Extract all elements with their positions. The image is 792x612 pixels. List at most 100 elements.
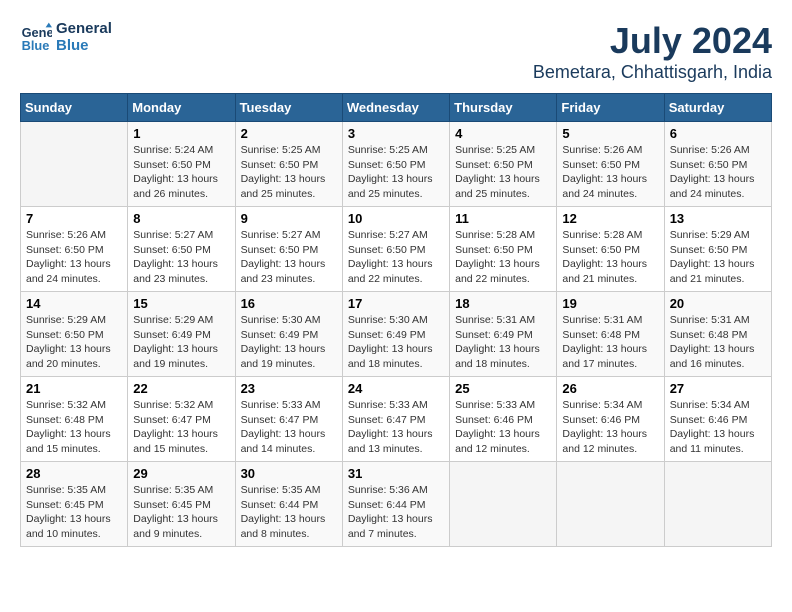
day-number: 1 bbox=[133, 126, 229, 141]
day-cell bbox=[21, 122, 128, 207]
day-number: 22 bbox=[133, 381, 229, 396]
day-cell: 25 Sunrise: 5:33 AMSunset: 6:46 PMDayligh… bbox=[450, 377, 557, 462]
page-header: General Blue General Blue July 2024 Beme… bbox=[20, 20, 772, 83]
day-number: 10 bbox=[348, 211, 444, 226]
day-cell: 16 Sunrise: 5:30 AMSunset: 6:49 PMDayligh… bbox=[235, 292, 342, 377]
logo-line2: Blue bbox=[56, 37, 112, 54]
day-info: Sunrise: 5:34 AMSunset: 6:46 PMDaylight:… bbox=[562, 398, 658, 457]
day-info: Sunrise: 5:30 AMSunset: 6:49 PMDaylight:… bbox=[348, 313, 444, 372]
header-row: SundayMondayTuesdayWednesdayThursdayFrid… bbox=[21, 94, 772, 122]
header-cell-wednesday: Wednesday bbox=[342, 94, 449, 122]
day-info: Sunrise: 5:32 AMSunset: 6:47 PMDaylight:… bbox=[133, 398, 229, 457]
header-cell-friday: Friday bbox=[557, 94, 664, 122]
day-cell: 14 Sunrise: 5:29 AMSunset: 6:50 PMDayligh… bbox=[21, 292, 128, 377]
day-info: Sunrise: 5:35 AMSunset: 6:45 PMDaylight:… bbox=[26, 483, 122, 542]
day-number: 25 bbox=[455, 381, 551, 396]
day-cell: 4 Sunrise: 5:25 AMSunset: 6:50 PMDaylight… bbox=[450, 122, 557, 207]
week-row-3: 14 Sunrise: 5:29 AMSunset: 6:50 PMDayligh… bbox=[21, 292, 772, 377]
day-number: 26 bbox=[562, 381, 658, 396]
sub-title: Bemetara, Chhattisgarh, India bbox=[533, 62, 772, 83]
day-number: 15 bbox=[133, 296, 229, 311]
day-cell: 22 Sunrise: 5:32 AMSunset: 6:47 PMDayligh… bbox=[128, 377, 235, 462]
day-cell: 15 Sunrise: 5:29 AMSunset: 6:49 PMDayligh… bbox=[128, 292, 235, 377]
day-cell: 29Sunrise: 5:35 AMSunset: 6:45 PMDayligh… bbox=[128, 462, 235, 547]
week-row-4: 21 Sunrise: 5:32 AMSunset: 6:48 PMDayligh… bbox=[21, 377, 772, 462]
day-info: Sunrise: 5:25 AMSunset: 6:50 PMDaylight:… bbox=[348, 143, 444, 202]
header-cell-tuesday: Tuesday bbox=[235, 94, 342, 122]
day-cell: 20 Sunrise: 5:31 AMSunset: 6:48 PMDayligh… bbox=[664, 292, 771, 377]
calendar-header: SundayMondayTuesdayWednesdayThursdayFrid… bbox=[21, 94, 772, 122]
day-number: 11 bbox=[455, 211, 551, 226]
main-title: July 2024 bbox=[533, 20, 772, 62]
day-number: 4 bbox=[455, 126, 551, 141]
day-info: Sunrise: 5:26 AMSunset: 6:50 PMDaylight:… bbox=[670, 143, 766, 202]
header-cell-monday: Monday bbox=[128, 94, 235, 122]
day-info: Sunrise: 5:34 AMSunset: 6:46 PMDaylight:… bbox=[670, 398, 766, 457]
day-info: Sunrise: 5:25 AMSunset: 6:50 PMDaylight:… bbox=[241, 143, 337, 202]
day-info: Sunrise: 5:30 AMSunset: 6:49 PMDaylight:… bbox=[241, 313, 337, 372]
svg-text:Blue: Blue bbox=[22, 38, 50, 53]
day-info: Sunrise: 5:29 AMSunset: 6:50 PMDaylight:… bbox=[26, 313, 122, 372]
day-number: 27 bbox=[670, 381, 766, 396]
day-number: 13 bbox=[670, 211, 766, 226]
header-cell-saturday: Saturday bbox=[664, 94, 771, 122]
day-info: Sunrise: 5:25 AMSunset: 6:50 PMDaylight:… bbox=[455, 143, 551, 202]
day-number: 2 bbox=[241, 126, 337, 141]
day-cell bbox=[664, 462, 771, 547]
day-cell: 11 Sunrise: 5:28 AMSunset: 6:50 PMDayligh… bbox=[450, 207, 557, 292]
day-cell: 6Sunrise: 5:26 AMSunset: 6:50 PMDaylight… bbox=[664, 122, 771, 207]
day-cell: 8 Sunrise: 5:27 AMSunset: 6:50 PMDaylight… bbox=[128, 207, 235, 292]
day-info: Sunrise: 5:35 AMSunset: 6:44 PMDaylight:… bbox=[241, 483, 337, 542]
day-cell bbox=[450, 462, 557, 547]
day-number: 8 bbox=[133, 211, 229, 226]
logo-line1: General bbox=[56, 20, 112, 37]
day-info: Sunrise: 5:27 AMSunset: 6:50 PMDaylight:… bbox=[133, 228, 229, 287]
day-number: 12 bbox=[562, 211, 658, 226]
day-cell: 2 Sunrise: 5:25 AMSunset: 6:50 PMDaylight… bbox=[235, 122, 342, 207]
day-cell: 30 Sunrise: 5:35 AMSunset: 6:44 PMDayligh… bbox=[235, 462, 342, 547]
day-number: 19 bbox=[562, 296, 658, 311]
day-number: 18 bbox=[455, 296, 551, 311]
day-number: 14 bbox=[26, 296, 122, 311]
day-cell: 12Sunrise: 5:28 AMSunset: 6:50 PMDayligh… bbox=[557, 207, 664, 292]
day-cell: 28Sunrise: 5:35 AMSunset: 6:45 PMDayligh… bbox=[21, 462, 128, 547]
day-info: Sunrise: 5:32 AMSunset: 6:48 PMDaylight:… bbox=[26, 398, 122, 457]
day-info: Sunrise: 5:33 AMSunset: 6:47 PMDaylight:… bbox=[348, 398, 444, 457]
day-cell: 18Sunrise: 5:31 AMSunset: 6:49 PMDayligh… bbox=[450, 292, 557, 377]
day-number: 17 bbox=[348, 296, 444, 311]
day-info: Sunrise: 5:33 AMSunset: 6:46 PMDaylight:… bbox=[455, 398, 551, 457]
day-info: Sunrise: 5:36 AMSunset: 6:44 PMDaylight:… bbox=[348, 483, 444, 542]
day-info: Sunrise: 5:27 AMSunset: 6:50 PMDaylight:… bbox=[241, 228, 337, 287]
day-info: Sunrise: 5:29 AMSunset: 6:50 PMDaylight:… bbox=[670, 228, 766, 287]
day-cell: 10Sunrise: 5:27 AMSunset: 6:50 PMDayligh… bbox=[342, 207, 449, 292]
header-cell-thursday: Thursday bbox=[450, 94, 557, 122]
day-cell: 24Sunrise: 5:33 AMSunset: 6:47 PMDayligh… bbox=[342, 377, 449, 462]
day-cell: 19Sunrise: 5:31 AMSunset: 6:48 PMDayligh… bbox=[557, 292, 664, 377]
day-info: Sunrise: 5:31 AMSunset: 6:48 PMDaylight:… bbox=[670, 313, 766, 372]
day-cell: 3 Sunrise: 5:25 AMSunset: 6:50 PMDaylight… bbox=[342, 122, 449, 207]
day-number: 16 bbox=[241, 296, 337, 311]
day-cell: 5Sunrise: 5:26 AMSunset: 6:50 PMDaylight… bbox=[557, 122, 664, 207]
title-area: July 2024 Bemetara, Chhattisgarh, India bbox=[533, 20, 772, 83]
day-number: 31 bbox=[348, 466, 444, 481]
day-cell: 9Sunrise: 5:27 AMSunset: 6:50 PMDaylight… bbox=[235, 207, 342, 292]
week-row-2: 7Sunrise: 5:26 AMSunset: 6:50 PMDaylight… bbox=[21, 207, 772, 292]
calendar-body: 1 Sunrise: 5:24 AMSunset: 6:50 PMDaylight… bbox=[21, 122, 772, 547]
day-cell: 13 Sunrise: 5:29 AMSunset: 6:50 PMDayligh… bbox=[664, 207, 771, 292]
week-row-5: 28Sunrise: 5:35 AMSunset: 6:45 PMDayligh… bbox=[21, 462, 772, 547]
day-cell: 27 Sunrise: 5:34 AMSunset: 6:46 PMDayligh… bbox=[664, 377, 771, 462]
day-number: 20 bbox=[670, 296, 766, 311]
day-info: Sunrise: 5:33 AMSunset: 6:47 PMDaylight:… bbox=[241, 398, 337, 457]
day-number: 21 bbox=[26, 381, 122, 396]
day-info: Sunrise: 5:24 AMSunset: 6:50 PMDaylight:… bbox=[133, 143, 229, 202]
day-info: Sunrise: 5:28 AMSunset: 6:50 PMDaylight:… bbox=[455, 228, 551, 287]
day-number: 3 bbox=[348, 126, 444, 141]
day-cell: 7Sunrise: 5:26 AMSunset: 6:50 PMDaylight… bbox=[21, 207, 128, 292]
day-info: Sunrise: 5:29 AMSunset: 6:49 PMDaylight:… bbox=[133, 313, 229, 372]
day-cell bbox=[557, 462, 664, 547]
day-cell: 17 Sunrise: 5:30 AMSunset: 6:49 PMDayligh… bbox=[342, 292, 449, 377]
day-cell: 26 Sunrise: 5:34 AMSunset: 6:46 PMDayligh… bbox=[557, 377, 664, 462]
week-row-1: 1 Sunrise: 5:24 AMSunset: 6:50 PMDaylight… bbox=[21, 122, 772, 207]
day-cell: 31 Sunrise: 5:36 AMSunset: 6:44 PMDayligh… bbox=[342, 462, 449, 547]
day-number: 30 bbox=[241, 466, 337, 481]
